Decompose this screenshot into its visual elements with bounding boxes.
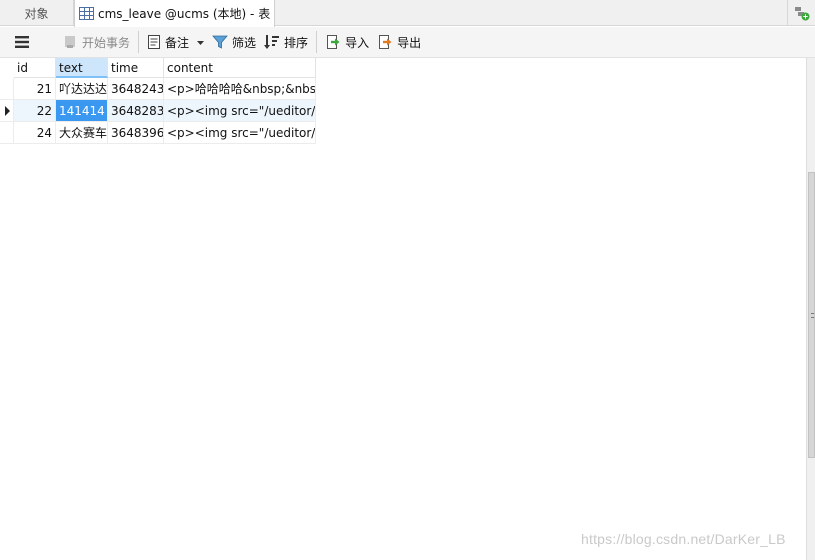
begin-transaction-label: 开始事务 [82, 35, 131, 50]
table-row[interactable]: 24 大众赛车 36483968 <p><img src="/ueditor/p [0, 122, 316, 144]
cell-time[interactable]: 36482838 [108, 100, 164, 122]
column-header-id[interactable]: id [14, 58, 56, 78]
scrollbar-thumb[interactable] [808, 172, 815, 458]
cell-content[interactable]: <p>哈哈哈哈&nbsp;&nbs [164, 78, 316, 100]
cell-time[interactable]: 36483968 [108, 122, 164, 144]
toolbar-separator [316, 31, 318, 53]
cell-content[interactable]: <p><img src="/ueditor/p [164, 100, 316, 122]
menu-button[interactable] [0, 30, 56, 54]
tab-strip: 对象 cms_leave @ucms (本地) - 表 [0, 0, 815, 27]
sort-label: 排序 [284, 35, 309, 50]
table-row[interactable]: 21 吖达达达 36482433 <p>哈哈哈哈&nbsp;&nbs [0, 78, 316, 100]
add-object-icon [794, 7, 809, 21]
hamburger-icon [15, 36, 29, 48]
watermark: https://blog.csdn.net/DarKer_LB [581, 531, 786, 547]
vertical-scrollbar[interactable] [806, 58, 815, 560]
import-button[interactable]: 导入 [321, 30, 373, 54]
grip-icon [811, 313, 814, 318]
cell-text-selected[interactable]: 141414 [56, 100, 108, 122]
column-header-text[interactable]: text [56, 58, 108, 78]
toolbar-separator [138, 31, 140, 53]
note-icon [148, 35, 161, 49]
export-icon [379, 35, 392, 49]
toolbar: 开始事务 备注 筛选 排序 导入 导出 [0, 27, 815, 58]
cell-text[interactable]: 大众赛车 [56, 122, 108, 144]
sort-button[interactable]: 排序 [260, 30, 312, 54]
current-row-arrow-icon [5, 106, 10, 116]
transaction-icon [65, 36, 75, 48]
row-indicator[interactable] [0, 78, 14, 100]
chevron-down-icon[interactable] [197, 35, 205, 49]
column-header-time[interactable]: time [108, 58, 164, 78]
filter-icon [212, 35, 228, 49]
filter-label: 筛选 [232, 35, 257, 50]
export-label: 导出 [397, 35, 422, 50]
notes-button[interactable]: 备注 [143, 30, 208, 54]
cell-id[interactable]: 22 [14, 100, 56, 122]
tab-cms-leave-label: cms_leave @ucms (本地) - 表 [98, 7, 271, 21]
table-row[interactable]: 22 141414 36482838 <p><img src="/ueditor… [0, 100, 316, 122]
import-icon [327, 35, 340, 49]
import-label: 导入 [345, 35, 370, 50]
tab-cms-leave[interactable]: cms_leave @ucms (本地) - 表 [74, 0, 275, 27]
notes-label: 备注 [165, 35, 190, 50]
row-indicator[interactable] [0, 122, 14, 144]
row-indicator[interactable] [0, 100, 14, 122]
export-button[interactable]: 导出 [373, 30, 425, 54]
cell-id[interactable]: 24 [14, 122, 56, 144]
cell-text[interactable]: 吖达达达 [56, 78, 108, 100]
sort-icon [264, 35, 280, 49]
table-icon [79, 7, 94, 20]
begin-transaction-button[interactable]: 开始事务 [56, 30, 134, 54]
tab-objects-label: 对象 [24, 6, 49, 21]
cell-time[interactable]: 36482433 [108, 78, 164, 100]
filter-button[interactable]: 筛选 [208, 30, 260, 54]
new-tab-button[interactable] [787, 0, 815, 26]
tab-objects[interactable]: 对象 [0, 0, 74, 26]
column-header-content[interactable]: content [164, 58, 316, 78]
cell-id[interactable]: 21 [14, 78, 56, 100]
cell-content[interactable]: <p><img src="/ueditor/p [164, 122, 316, 144]
